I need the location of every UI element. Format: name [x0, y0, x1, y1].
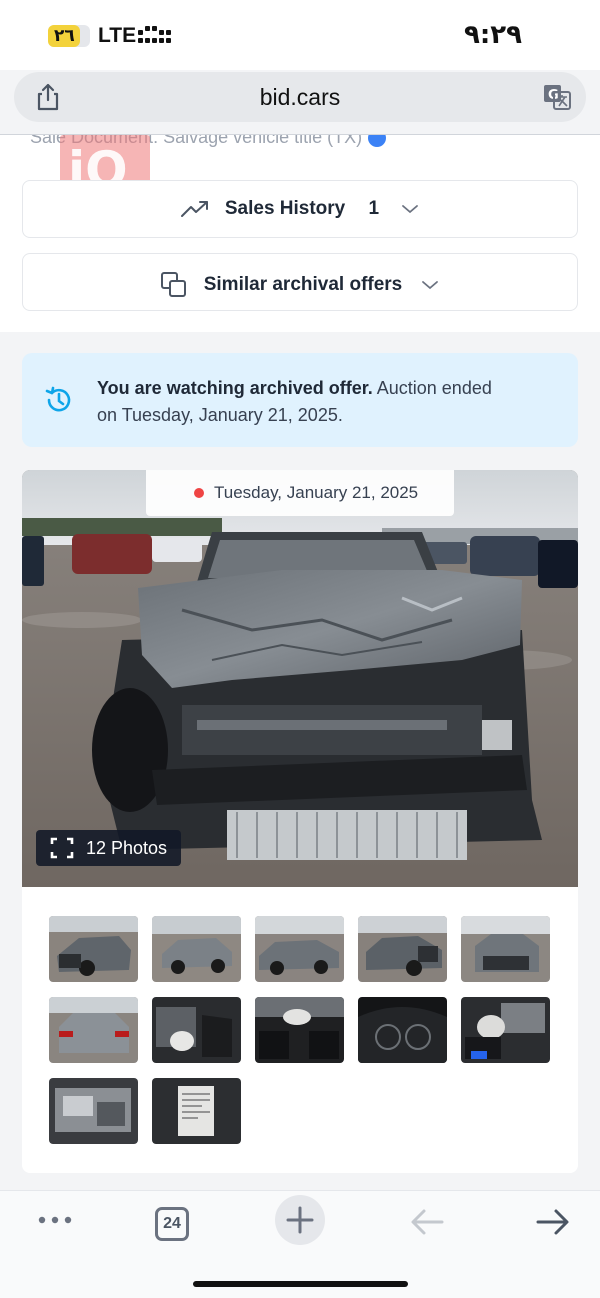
- photo-thumbnail-8[interactable]: [255, 997, 344, 1063]
- photo-thumbnail-5[interactable]: [461, 916, 550, 982]
- address-bar[interactable]: bid.cars G: [14, 72, 586, 122]
- fullscreen-icon: [50, 837, 74, 859]
- browser-toolbar: 24: [0, 1190, 600, 1298]
- trending-up-icon: [180, 200, 208, 217]
- forward-arrow-icon[interactable]: [536, 1207, 570, 1237]
- status-bar: ٢٦ LTE ٩:٢٩: [0, 0, 600, 70]
- new-tab-button[interactable]: [275, 1195, 325, 1245]
- photo-thumbnail-6[interactable]: [49, 997, 138, 1063]
- chevron-down-icon: [402, 205, 419, 214]
- photos-count-button[interactable]: 12 Photos: [36, 830, 181, 866]
- status-dot: [194, 488, 204, 498]
- sales-history-accordion[interactable]: Sales History 1: [22, 180, 578, 238]
- photo-thumbnail-4[interactable]: [358, 916, 447, 982]
- photo-thumbnail-7[interactable]: [152, 997, 241, 1063]
- url-text[interactable]: bid.cars: [14, 84, 586, 111]
- verified-icon: [368, 135, 387, 148]
- notice-text: You are watching archived offer. Auction…: [97, 375, 497, 429]
- notice-bold-text: You are watching archived offer.: [97, 378, 373, 398]
- similar-offers-accordion[interactable]: Similar archival offers: [22, 253, 578, 311]
- more-icon[interactable]: [38, 1215, 72, 1225]
- photo-thumbnail-9[interactable]: [358, 997, 447, 1063]
- tabs-button[interactable]: 24: [155, 1207, 189, 1241]
- home-indicator[interactable]: [193, 1281, 408, 1287]
- back-arrow-icon[interactable]: [410, 1207, 444, 1237]
- photo-thumbnail-10[interactable]: [461, 997, 550, 1063]
- sales-history-label: Sales History: [224, 198, 346, 219]
- battery-level: ٢٦: [54, 26, 75, 46]
- chevron-down-icon: [421, 281, 438, 290]
- photo-thumbnail-1[interactable]: [49, 916, 138, 982]
- similar-offers-label: Similar archival offers: [203, 274, 403, 296]
- archived-notice: You are watching archived offer. Auction…: [22, 353, 578, 447]
- plus-icon: [286, 1206, 314, 1234]
- clock: ٩:٢٩: [463, 20, 522, 50]
- photo-gallery: Tuesday, January 21, 2025 12 Photos: [22, 470, 578, 1173]
- sales-history-count: 1: [368, 198, 380, 219]
- auction-date-banner: Tuesday, January 21, 2025: [146, 470, 454, 516]
- signal-icon: [138, 26, 172, 48]
- photo-thumbnail-11[interactable]: [49, 1078, 138, 1144]
- details-section: Sale Document: Salvage vehicle title (TX…: [0, 135, 600, 332]
- auction-date: Tuesday, January 21, 2025: [214, 483, 419, 502]
- photo-thumbnail-12[interactable]: [152, 1078, 241, 1144]
- network-type: LTE: [98, 24, 137, 47]
- photo-thumbnail-2[interactable]: [152, 916, 241, 982]
- photo-thumbnail-3[interactable]: [255, 916, 344, 982]
- web-page: Sale Document: Salvage vehicle title (TX…: [0, 135, 600, 1190]
- battery-indicator: ٢٦: [48, 25, 90, 47]
- copy-icon: [161, 272, 187, 297]
- translate-icon[interactable]: G: [542, 82, 572, 112]
- history-icon: [45, 386, 71, 412]
- photos-count-label: 12 Photos: [86, 838, 168, 858]
- main-vehicle-photo[interactable]: [22, 470, 578, 887]
